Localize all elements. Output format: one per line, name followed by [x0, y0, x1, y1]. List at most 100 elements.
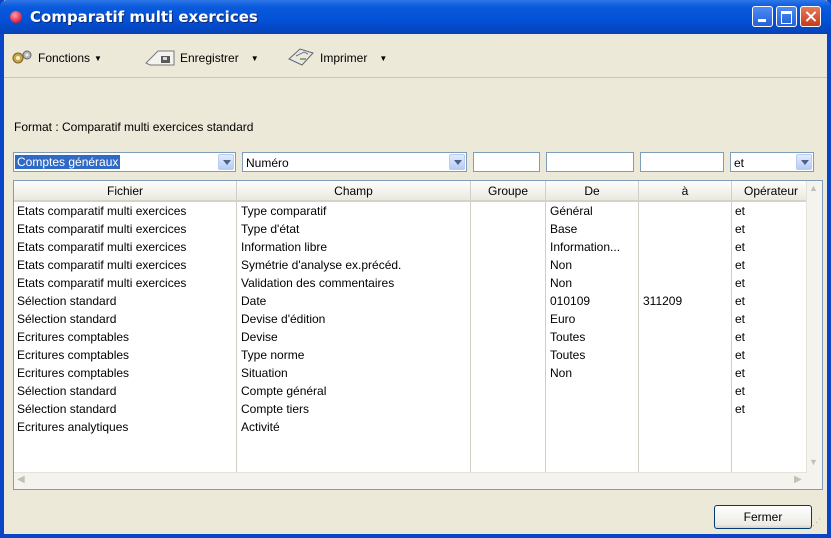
- cell-operateur: et: [735, 222, 746, 236]
- table-row[interactable]: Sélection standard Compte général et: [14, 382, 809, 400]
- table-row[interactable]: Etats comparatif multi exercices Informat…: [14, 238, 809, 256]
- groupe-field[interactable]: [473, 152, 540, 172]
- cell-fichier: Etats comparatif multi exercices: [17, 204, 187, 218]
- cell-operateur: et: [735, 330, 746, 344]
- fonctions-menu-button[interactable]: Fonctions ▼: [10, 48, 102, 68]
- table-header: Fichier Champ Groupe De à Opérateur: [14, 181, 822, 202]
- champ-select[interactable]: Numéro: [242, 152, 467, 172]
- table-row[interactable]: Sélection standard Devise d'édition Euro et: [14, 310, 809, 328]
- cell-fichier: Ecritures analytiques: [17, 420, 129, 434]
- format-label: Format : Comparatif multi exercices stan…: [14, 120, 254, 134]
- imprimer-menu-button[interactable]: Imprimer ▼: [286, 47, 387, 70]
- cell-champ: Validation des commentaires: [241, 276, 395, 290]
- enregistrer-menu-button[interactable]: Enregistrer ▼: [144, 48, 259, 68]
- column-header-champ[interactable]: Champ: [237, 184, 470, 198]
- chevron-down-icon[interactable]: [796, 154, 812, 170]
- cell-fichier: Sélection standard: [17, 402, 117, 416]
- cell-de: Non: [550, 258, 573, 272]
- cell-champ: Type comparatif: [241, 204, 327, 218]
- cell-operateur: et: [735, 294, 746, 308]
- scroll-up-icon[interactable]: ▲: [809, 183, 818, 193]
- a-field[interactable]: [640, 152, 724, 172]
- criteria-table: Fichier Champ Groupe De à Opérateur Etat…: [13, 180, 823, 490]
- table-row[interactable]: Sélection standard Date 010109 311209 et: [14, 292, 809, 310]
- comparatif-window: Comparatif multi exercices Fonctions ▼ E…: [0, 0, 831, 538]
- table-row[interactable]: Sélection standard Compte tiers et: [14, 400, 809, 418]
- cell-operateur: et: [735, 312, 746, 326]
- resize-grip-icon[interactable]: ⋰: [812, 517, 821, 528]
- scroll-down-icon[interactable]: ▼: [809, 457, 818, 467]
- printer-icon: [286, 47, 316, 70]
- column-header-a[interactable]: à: [639, 184, 731, 198]
- column-header-operateur[interactable]: Opérateur: [732, 184, 810, 198]
- chevron-down-icon[interactable]: [449, 154, 465, 170]
- scroll-right-icon[interactable]: ▶: [794, 474, 802, 485]
- close-window-button[interactable]: [800, 6, 821, 27]
- chevron-down-icon: ▼: [250, 53, 259, 63]
- cell-fichier: Etats comparatif multi exercices: [17, 276, 187, 290]
- table-row[interactable]: Ecritures comptables Situation Non et: [14, 364, 809, 382]
- fichier-select[interactable]: Comptes généraux: [13, 152, 236, 172]
- cell-champ: Compte général: [241, 384, 327, 398]
- column-header-groupe[interactable]: Groupe: [471, 184, 545, 198]
- table-row[interactable]: Etats comparatif multi exercices Validati…: [14, 274, 809, 292]
- cell-operateur: et: [735, 384, 746, 398]
- cell-operateur: et: [735, 258, 746, 272]
- minimize-button[interactable]: [752, 6, 773, 27]
- champ-value: Numéro: [246, 156, 289, 170]
- cell-de: 010109: [550, 294, 591, 308]
- cell-champ: Devise: [241, 330, 278, 344]
- cell-de: Euro: [550, 312, 576, 326]
- cell-fichier: Etats comparatif multi exercices: [17, 222, 187, 236]
- cell-de: Non: [550, 366, 573, 380]
- vertical-scrollbar[interactable]: ▲ ▼: [806, 181, 822, 489]
- save-icon: [144, 47, 176, 70]
- cell-operateur: et: [735, 366, 746, 380]
- fichier-value: Comptes généraux: [15, 155, 121, 169]
- fermer-button[interactable]: Fermer: [714, 505, 812, 529]
- table-row[interactable]: Ecritures comptables Type norme Toutes et: [14, 346, 809, 364]
- cell-operateur: et: [735, 402, 746, 416]
- cell-fichier: Sélection standard: [17, 294, 117, 308]
- cell-fichier: Etats comparatif multi exercices: [17, 258, 187, 272]
- cell-fichier: Ecritures comptables: [17, 348, 130, 362]
- table-row[interactable]: Etats comparatif multi exercices Type com…: [14, 202, 809, 220]
- table-row[interactable]: Etats comparatif multi exercices Symétrie…: [14, 256, 809, 274]
- fonctions-label: Fonctions: [38, 51, 91, 65]
- cell-de: Non: [550, 276, 573, 290]
- imprimer-label: Imprimer: [320, 51, 368, 65]
- column-header-fichier[interactable]: Fichier: [14, 184, 236, 198]
- cell-de: Base: [550, 222, 578, 236]
- cell-champ: Devise d'édition: [241, 312, 326, 326]
- chevron-down-icon[interactable]: [218, 154, 234, 170]
- cell-fichier: Ecritures comptables: [17, 366, 130, 380]
- cell-de: Général: [550, 204, 593, 218]
- table-row[interactable]: Etats comparatif multi exercices Type d'é…: [14, 220, 809, 238]
- cell-operateur: et: [735, 240, 746, 254]
- cell-fichier: Sélection standard: [17, 384, 117, 398]
- cell-champ: Symétrie d'analyse ex.précéd.: [241, 258, 402, 272]
- operateur-value: et: [734, 156, 745, 170]
- cell-a: 311209: [643, 294, 683, 308]
- cell-champ: Type d'état: [241, 222, 300, 236]
- enregistrer-label: Enregistrer: [180, 51, 239, 65]
- column-header-de[interactable]: De: [546, 184, 638, 198]
- table-row[interactable]: Ecritures analytiques Activité: [14, 418, 809, 436]
- maximize-button[interactable]: [776, 6, 797, 27]
- cell-operateur: et: [735, 276, 746, 290]
- chevron-down-icon: ▼: [94, 53, 102, 63]
- cell-champ: Compte tiers: [241, 402, 310, 416]
- cell-champ: Situation: [241, 366, 288, 380]
- toolbar-divider: [4, 77, 827, 78]
- de-field[interactable]: [546, 152, 634, 172]
- scroll-left-icon[interactable]: ◀: [17, 474, 25, 485]
- cell-fichier: Etats comparatif multi exercices: [17, 240, 187, 254]
- operateur-select[interactable]: et: [730, 152, 814, 172]
- table-row[interactable]: Ecritures comptables Devise Toutes et: [14, 328, 809, 346]
- window-title: Comparatif multi exercices: [30, 8, 258, 26]
- cell-de: Toutes: [550, 330, 586, 344]
- cell-de: Information...: [550, 240, 621, 254]
- title-bar[interactable]: Comparatif multi exercices: [0, 0, 831, 34]
- cell-de: Toutes: [550, 348, 586, 362]
- horizontal-scrollbar[interactable]: ◀ ▶: [14, 472, 807, 489]
